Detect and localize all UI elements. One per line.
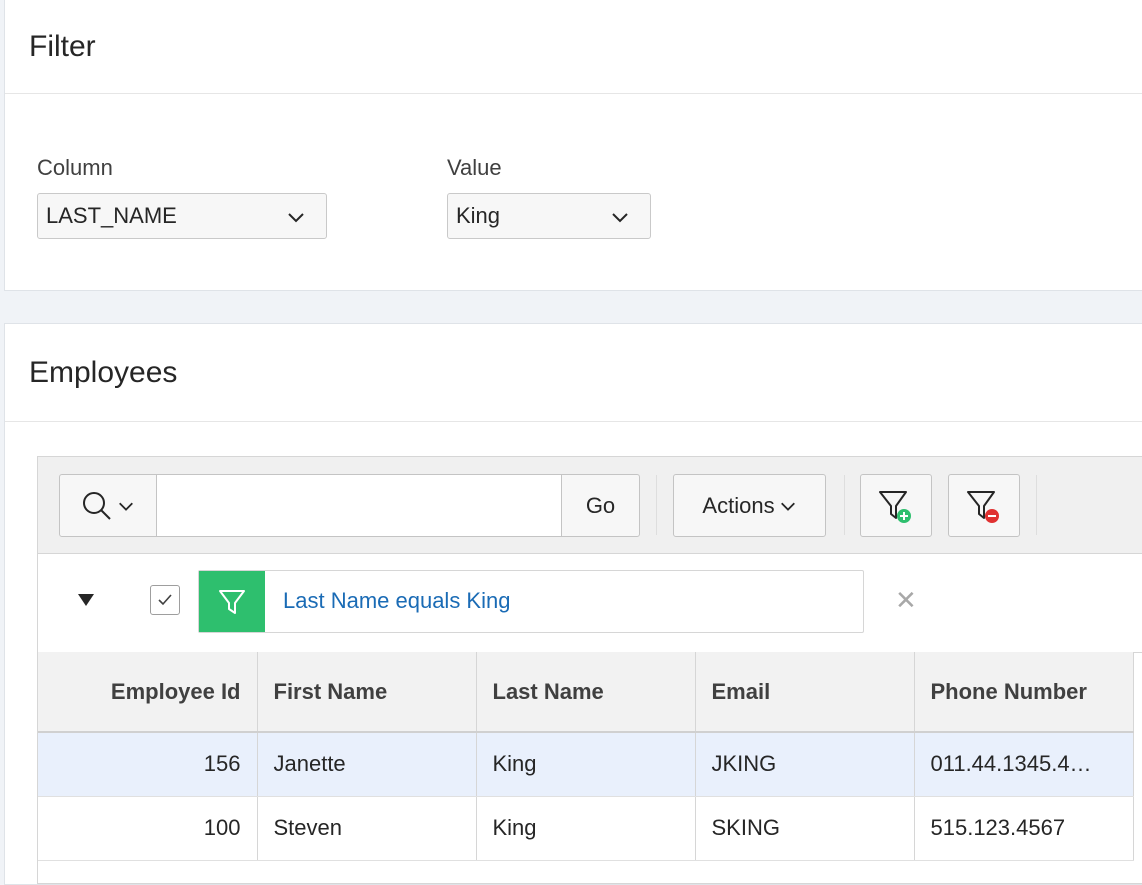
column-header-employee-id[interactable]: Employee Id bbox=[38, 652, 258, 733]
actions-label: Actions bbox=[702, 492, 775, 518]
remove-filter-button[interactable] bbox=[948, 474, 1020, 537]
toolbar-divider bbox=[844, 475, 845, 535]
value-select[interactable]: King bbox=[447, 193, 651, 239]
search-icon bbox=[83, 491, 111, 520]
toolbar-divider bbox=[656, 475, 657, 535]
table-row[interactable]: 156 Janette King JKING 011.44.1345.4… bbox=[38, 732, 1134, 797]
cell-first-name: Janette bbox=[257, 732, 477, 797]
chevron-down-icon bbox=[119, 502, 133, 511]
interactive-report: Go Actions Last Name equals King ✕ Emplo… bbox=[37, 456, 1142, 884]
filter-region-title: Filter bbox=[5, 0, 1142, 94]
search-column-button[interactable] bbox=[59, 474, 157, 537]
column-header-phone-number[interactable]: Phone Number bbox=[914, 652, 1134, 733]
value-select-value: King bbox=[456, 203, 501, 228]
checkmark-icon bbox=[158, 594, 172, 606]
chevron-down-icon bbox=[288, 213, 304, 223]
column-select[interactable]: LAST_NAME bbox=[37, 193, 327, 239]
cell-last-name: King bbox=[476, 796, 696, 861]
column-label: Column bbox=[37, 155, 113, 180]
remove-filter-icon[interactable]: ✕ bbox=[895, 587, 917, 613]
cell-first-name: Steven bbox=[257, 796, 477, 861]
filter-text-link[interactable]: Last Name equals King bbox=[283, 588, 510, 614]
column-header-last-name[interactable]: Last Name bbox=[476, 652, 696, 733]
chevron-down-icon bbox=[612, 213, 628, 223]
cell-email: SKING bbox=[695, 796, 915, 861]
table-header-row: Employee Id First Name Last Name Email P… bbox=[38, 652, 1134, 733]
go-button[interactable]: Go bbox=[561, 474, 640, 537]
cell-employee-id: 156 bbox=[38, 732, 258, 797]
toolbar-divider bbox=[1036, 475, 1037, 535]
filter-region: Filter Column LAST_NAME Value King bbox=[4, 0, 1142, 291]
employees-region-title: Employees bbox=[5, 324, 1142, 422]
report-toolbar: Go Actions bbox=[38, 457, 1142, 554]
column-header-email[interactable]: Email bbox=[695, 652, 915, 733]
cell-phone-number: 011.44.1345.4… bbox=[914, 732, 1134, 797]
column-select-value: LAST_NAME bbox=[46, 203, 177, 228]
cell-phone-number: 515.123.4567 bbox=[914, 796, 1134, 861]
search-input[interactable] bbox=[157, 474, 561, 537]
add-filter-button[interactable] bbox=[860, 474, 932, 537]
collapse-toggle-icon[interactable] bbox=[78, 594, 94, 606]
filter-enabled-checkbox[interactable] bbox=[150, 585, 180, 615]
filter-add-icon bbox=[879, 490, 911, 523]
filter-remove-icon bbox=[967, 490, 999, 523]
column-header-first-name[interactable]: First Name bbox=[257, 652, 477, 733]
cell-email: JKING bbox=[695, 732, 915, 797]
chevron-down-icon bbox=[780, 502, 795, 511]
active-filters-row: Last Name equals King ✕ bbox=[38, 554, 1142, 653]
table-row[interactable]: 100 Steven King SKING 515.123.4567 bbox=[38, 796, 1134, 861]
value-label: Value bbox=[447, 155, 502, 180]
employees-region: Employees Go Actions Last Name equals Ki… bbox=[4, 323, 1142, 885]
filter-pill[interactable]: Last Name equals King bbox=[198, 570, 864, 633]
actions-button[interactable]: Actions bbox=[673, 474, 826, 537]
employees-table: Employee Id First Name Last Name Email P… bbox=[38, 652, 1134, 861]
cell-last-name: King bbox=[476, 732, 696, 797]
cell-employee-id: 100 bbox=[38, 796, 258, 861]
filter-icon bbox=[199, 571, 265, 632]
